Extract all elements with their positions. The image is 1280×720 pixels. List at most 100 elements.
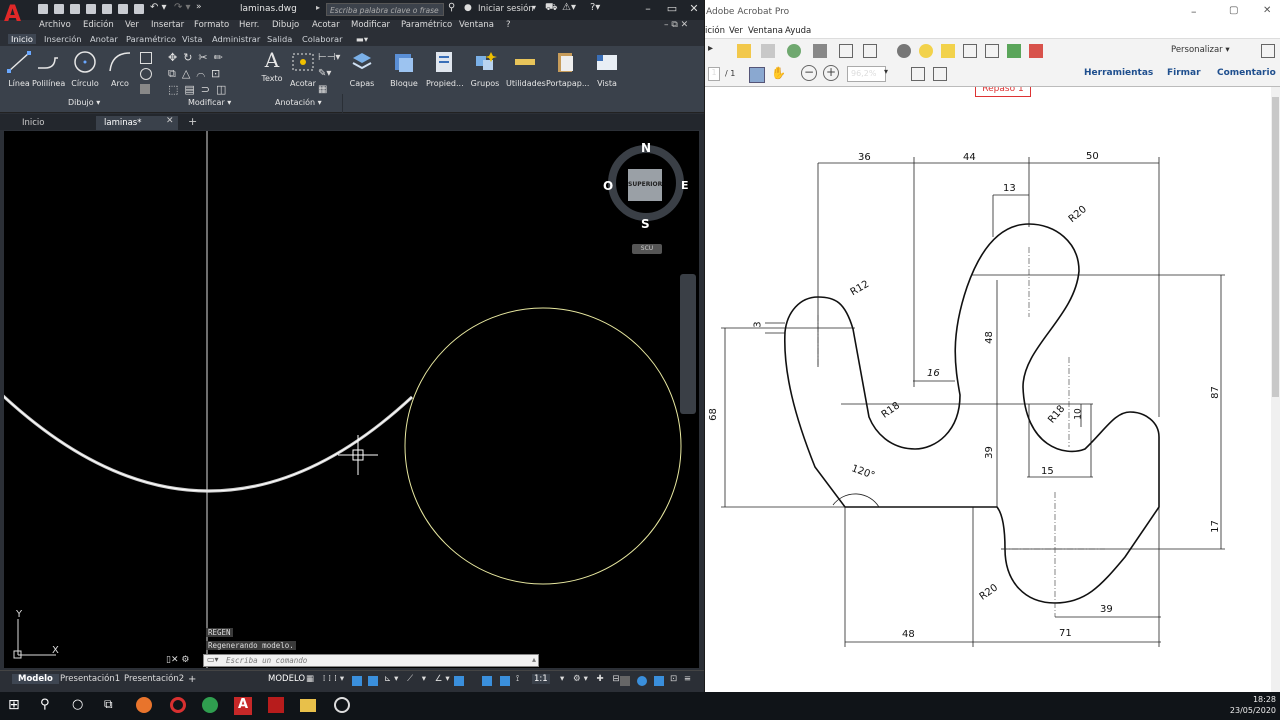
minimize-icon[interactable]: – [640,2,656,16]
acrobat-maximize-icon[interactable]: ▢ [1229,5,1238,16]
opera-icon[interactable] [170,697,186,713]
acrobat-close-icon[interactable]: ✕ [1263,5,1271,16]
qat-more-icon[interactable]: » [196,2,202,12]
zoom-input[interactable]: 96,2% [847,66,886,82]
customize-button[interactable]: Personalizar ▾ [1171,45,1230,55]
autocad-logo-icon[interactable]: A [4,2,28,30]
tab-anotar[interactable]: Anotar [90,34,118,44]
menu-edicion[interactable]: Edición [83,20,114,30]
save-as-icon[interactable] [86,4,96,14]
attach-icon[interactable] [963,44,977,58]
close-icon[interactable]: ✕ [686,2,702,16]
panel-modificar[interactable]: Modificar ▾ [188,98,231,107]
compass-south[interactable]: S [641,217,650,231]
command-input[interactable]: ▭▾ Escriba un comando ▴ [203,654,539,667]
menu-help[interactable]: ? [506,20,511,30]
compass-west[interactable]: O [603,179,613,193]
tab-colaborar[interactable]: Colaborar [302,34,343,44]
acrobat-menu-ventana[interactable]: Ventana [748,26,783,36]
lock-ui-icon[interactable] [620,676,630,686]
arc-button[interactable]: Arco [106,50,134,88]
email-icon[interactable] [863,44,877,58]
page-number-input[interactable]: 1 [708,67,720,81]
annotation-small-icon[interactable]: ⊢⊣▾ ✎▾ ▦ [318,50,340,98]
menu-ventana[interactable]: Ventana [459,20,494,30]
isolate-icon[interactable] [637,676,647,686]
hardware-accel-icon[interactable] [654,676,664,686]
acrobat-menu-ayuda[interactable]: Ayuda [785,26,811,36]
hand-tool-icon[interactable]: ✋ [771,66,786,80]
save-icon[interactable] [70,4,80,14]
edit-icon[interactable] [839,44,853,58]
groups-button[interactable]: Grupos [470,50,500,88]
login-dropdown-icon[interactable]: ▾ [532,3,536,12]
copy-icon[interactable] [985,44,999,58]
highlight-icon[interactable] [941,44,955,58]
acrobat-menu-ver[interactable]: Ver [729,26,743,36]
settings-icon[interactable] [897,44,911,58]
zoom-out-icon[interactable]: − [801,65,817,81]
cloud-icon[interactable] [787,44,801,58]
compass-east[interactable]: E [681,179,689,192]
cortana-icon[interactable]: ○ [72,697,90,715]
text-button[interactable]: A Texto [258,48,286,83]
comment-icon[interactable] [919,44,933,58]
panel-anotacion[interactable]: Anotación ▾ [275,98,322,107]
login-button[interactable]: Iniciar sesión [478,4,534,14]
utilities-button[interactable]: Utilidades [506,50,546,88]
print-icon[interactable] [813,44,827,58]
hatch-icon[interactable] [140,84,150,94]
explorer-icon[interactable] [300,699,316,712]
menu-dibujo[interactable]: Dibujo [272,20,299,30]
obs-icon[interactable] [334,697,350,713]
fullscreen-icon[interactable]: ⊡ ≡ [670,674,693,684]
autocad-taskbar-icon[interactable]: A [234,697,252,715]
tab-inicio[interactable]: Inicio [8,34,36,44]
search-input[interactable]: Escriba palabra clave o frase [326,3,444,16]
ribbon-toggle-icon[interactable]: ▬▾ [356,34,368,44]
comment-link[interactable]: Comentario [1217,68,1276,78]
block-button[interactable]: Bloque [388,50,420,88]
tab-administrar[interactable]: Administrar [212,34,260,44]
menu-archivo[interactable]: Archivo [39,20,71,30]
compass-north[interactable]: N [641,141,651,155]
tab-parametrico[interactable]: Paramétrico [126,34,176,44]
file-tab-inicio[interactable]: Inicio [14,116,53,130]
export-icon[interactable] [1007,44,1021,58]
zoom-in-icon[interactable]: + [823,65,839,81]
layers-button[interactable]: Capas [346,50,378,88]
tab-insercion[interactable]: Inserción [44,34,82,44]
save-icon[interactable] [761,44,775,58]
lineweight-icon[interactable] [482,676,492,686]
plot-icon[interactable] [134,4,144,14]
tab-model[interactable]: Modelo [12,674,59,684]
polyline-button[interactable]: Polilínea [32,50,65,88]
cart-icon[interactable]: ⛟ [545,2,558,15]
circle-button[interactable]: Círculo [70,50,100,88]
menu-acotar[interactable]: Acotar [312,20,340,30]
command-recent-icon[interactable]: ▴ [532,655,536,664]
stamp-icon[interactable] [1029,44,1043,58]
maximize-icon[interactable]: ▭ [664,2,680,16]
command-close-icon[interactable]: ▯✕ ⚙ [166,655,189,665]
view-button[interactable]: Vista [592,50,622,88]
fit-page-icon[interactable] [911,67,925,81]
add-layout-icon[interactable]: + [188,674,196,685]
search-icon[interactable]: ⚲ [448,2,455,13]
clipboard-button[interactable]: Portapap... [546,50,589,88]
scale-button[interactable]: 1:1 [532,674,550,684]
model-space-button[interactable]: MODELO [268,674,305,684]
toolbar-expand-icon[interactable]: ▸ [708,43,713,54]
menu-insertar[interactable]: Insertar [151,20,184,30]
acrobat-menu-edicion[interactable]: ición [705,26,725,36]
new-icon[interactable] [38,4,48,14]
scrollbar-thumb[interactable] [1272,97,1279,397]
wcs-menu[interactable]: SCU [632,244,662,254]
modify-tools-icon[interactable]: ✥↻✂✏ ⧉△⌒⊡ ⬚▤⊃◫ [168,50,232,98]
navigation-bar[interactable] [680,274,696,414]
undo-icon[interactable]: ↶ ▾ [150,2,167,13]
fit-width-icon[interactable] [933,67,947,81]
isodraft-icon[interactable] [454,676,464,686]
workspace-icon[interactable]: ▾ ⚙▾ ✚ ⊟ [560,674,623,684]
tab-salida[interactable]: Salida [267,34,292,44]
